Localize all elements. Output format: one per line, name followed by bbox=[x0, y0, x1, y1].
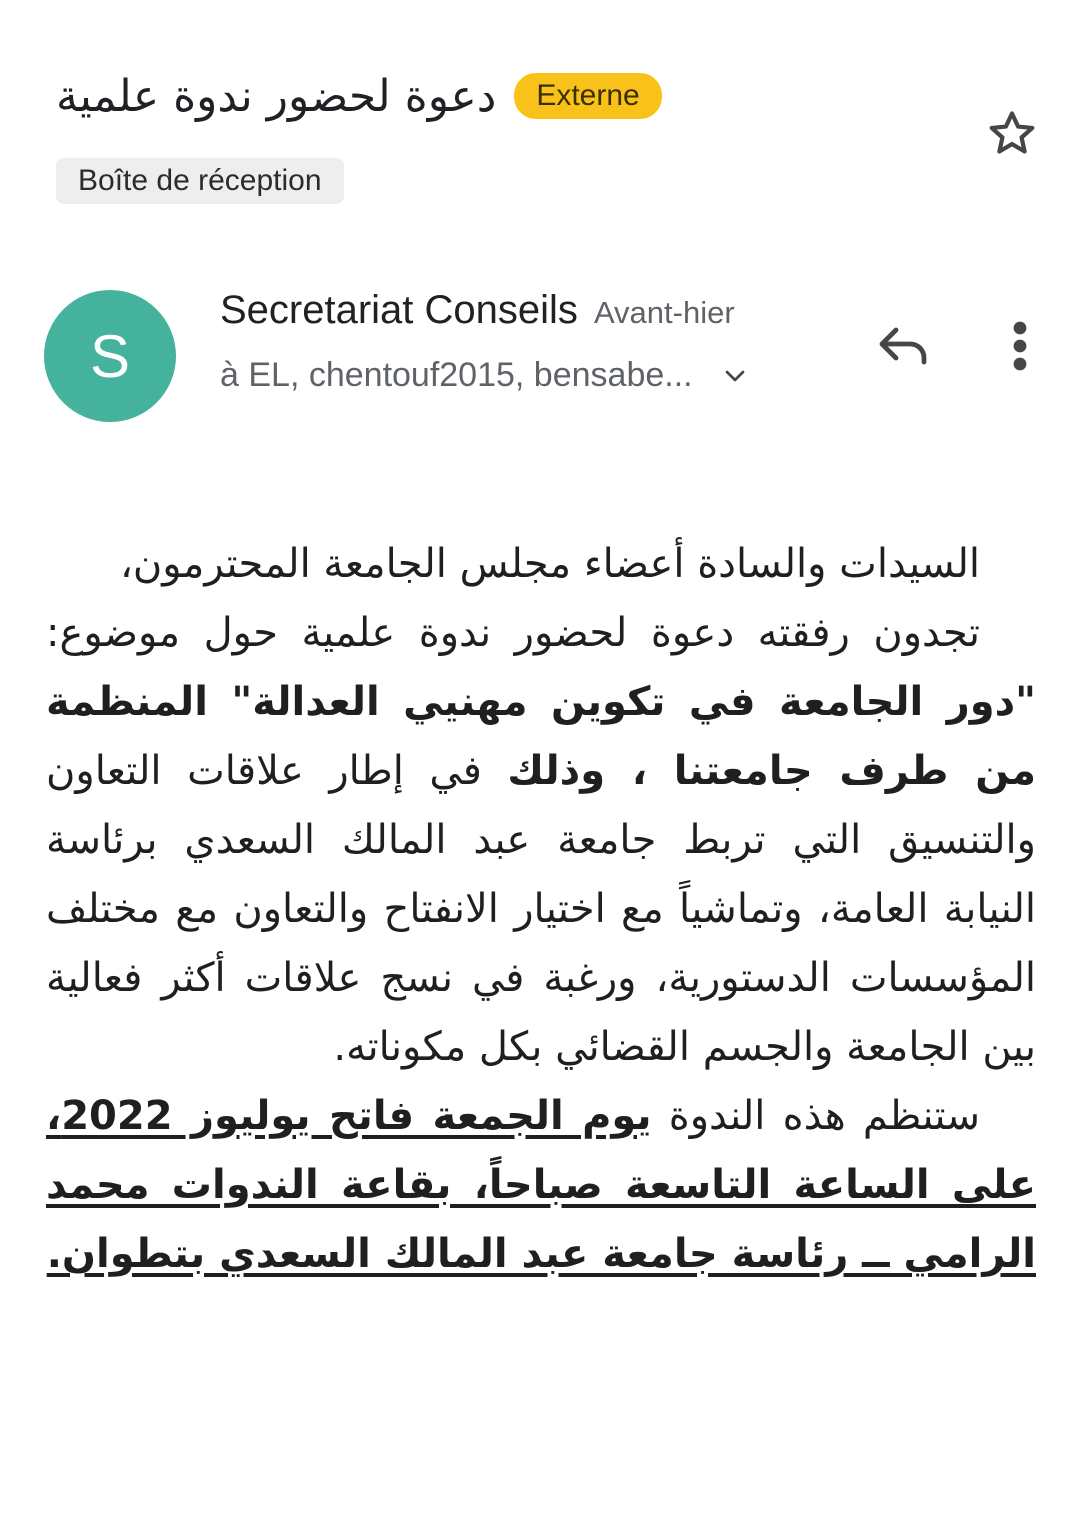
recipients-summary[interactable]: à EL, chentouf2015, bensabe... bbox=[220, 356, 693, 395]
schedule-intro: ستنظم هذه الندوة bbox=[651, 1093, 980, 1139]
recipients-line[interactable]: à EL, chentouf2015, bensabe... bbox=[220, 356, 751, 395]
reply-icon bbox=[879, 327, 927, 365]
greeting-text: السيدات والسادة أعضاء مجلس الجامعة المحت… bbox=[119, 541, 980, 587]
message-body: السيدات والسادة أعضاء مجلس الجامعة المحت… bbox=[46, 530, 1036, 1289]
star-button[interactable] bbox=[982, 104, 1042, 164]
reply-button[interactable] bbox=[872, 318, 936, 374]
invitation-context: في إطار علاقات التعاون والتنسيق التي ترب… bbox=[46, 748, 1036, 1070]
star-outline-icon bbox=[989, 111, 1035, 154]
sender-line: Secretariat Conseils Avant-hier bbox=[220, 288, 735, 333]
external-badge: Externe bbox=[514, 73, 662, 119]
subject-row: دعوة لحضور ندوة علمية Externe bbox=[56, 64, 956, 128]
sender-name[interactable]: Secretariat Conseils bbox=[220, 288, 578, 333]
schedule-paragraph: ستنظم هذه الندوة يوم الجمعة فاتح يوليوز … bbox=[46, 1082, 1036, 1289]
avatar-letter: S bbox=[89, 322, 131, 390]
inbox-label-chip[interactable]: Boîte de réception bbox=[56, 158, 344, 204]
avatar[interactable]: S bbox=[44, 290, 176, 422]
more-options-button[interactable] bbox=[996, 316, 1044, 376]
chevron-down-icon[interactable] bbox=[719, 360, 751, 392]
invitation-paragraph: تجدون رفقته دعوة لحضور ندوة علمية حول مو… bbox=[46, 599, 1036, 1082]
greeting-paragraph: السيدات والسادة أعضاء مجلس الجامعة المحت… bbox=[46, 530, 1036, 599]
more-vert-icon bbox=[1013, 321, 1027, 371]
email-subject: دعوة لحضور ندوة علمية bbox=[56, 70, 497, 122]
invitation-intro: تجدون رفقته دعوة لحضور ندوة علمية حول مو… bbox=[46, 610, 980, 656]
sent-date: Avant-hier bbox=[593, 295, 735, 330]
